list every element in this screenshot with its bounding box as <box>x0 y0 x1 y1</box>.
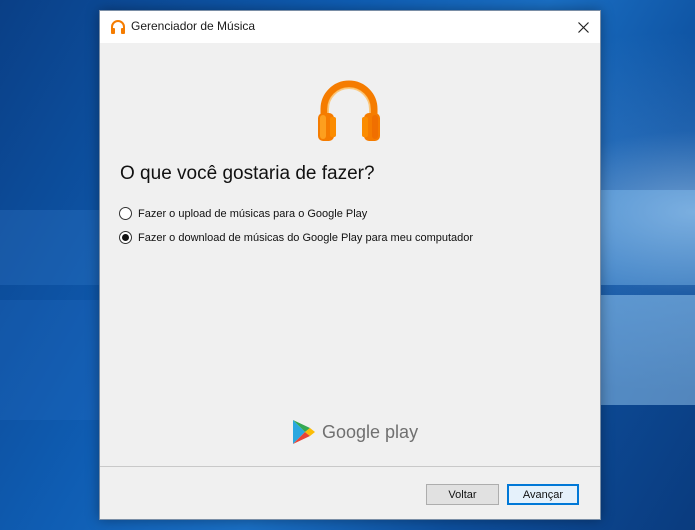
music-manager-dialog: Gerenciador de Música O que você gostari… <box>99 10 601 520</box>
headphones-icon <box>110 19 126 35</box>
page-title: O que você gostaria de fazer? <box>120 163 375 184</box>
headphones-icon <box>316 75 382 143</box>
option-upload[interactable]: Fazer o upload de músicas para o Google … <box>119 207 367 220</box>
close-button[interactable] <box>566 11 600 43</box>
google-play-icon <box>293 420 315 444</box>
option-download[interactable]: Fazer o download de músicas do Google Pl… <box>119 231 473 244</box>
download-radio[interactable] <box>119 231 132 244</box>
wallpaper-pane <box>0 210 99 285</box>
upload-radio[interactable] <box>119 207 132 220</box>
wallpaper-pane <box>600 190 695 285</box>
window-title: Gerenciador de Música <box>131 19 256 33</box>
wallpaper-pane <box>0 300 99 420</box>
back-button[interactable]: Voltar <box>426 484 499 505</box>
google-play-logo: Google play <box>292 419 418 445</box>
google-play-text: Google play <box>322 421 419 442</box>
title-bar: Gerenciador de Música <box>100 11 600 43</box>
option-upload-label: Fazer o upload de músicas para o Google … <box>138 207 368 220</box>
divider <box>100 466 600 467</box>
option-download-label: Fazer o download de músicas do Google Pl… <box>138 231 474 244</box>
next-button[interactable]: Avançar <box>507 484 579 505</box>
close-icon <box>577 21 589 33</box>
wallpaper-pane <box>600 295 695 405</box>
